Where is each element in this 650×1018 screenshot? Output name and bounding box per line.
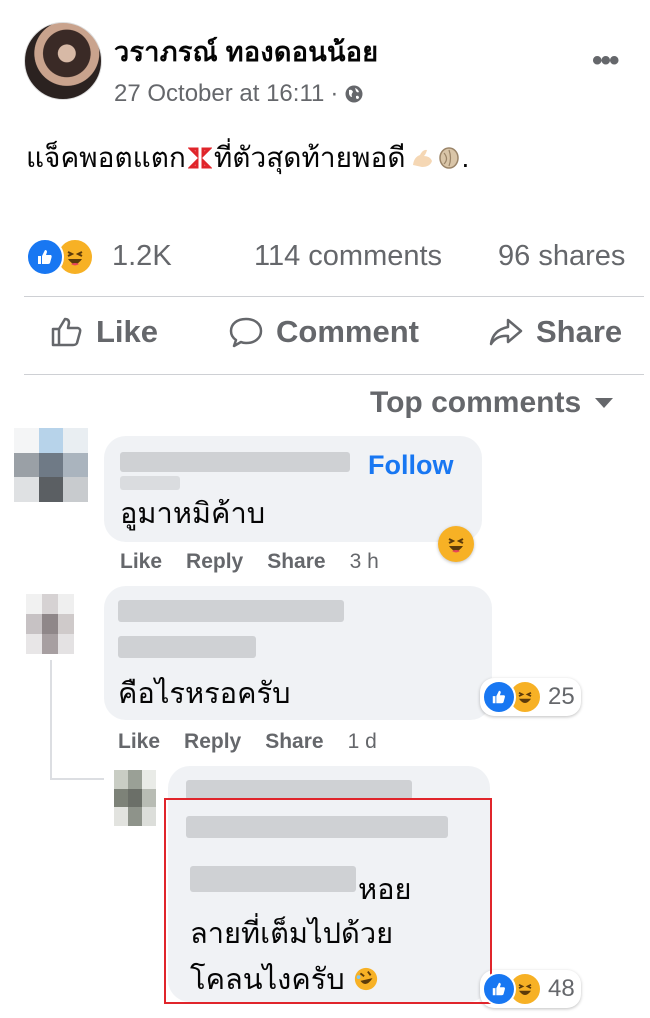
post-timestamp[interactable]: 27 October at 16:11 [114, 80, 324, 108]
comment-reactions[interactable]: 48 [480, 970, 581, 1008]
commenter-name-blurred [118, 636, 256, 658]
commenter-name-blurred [120, 476, 180, 490]
divider-top [24, 296, 644, 297]
author-name[interactable]: วราภรณ์ ทองดอนน้อย [114, 30, 378, 73]
comment-time[interactable]: 1 d [348, 730, 377, 754]
share-label: Share [536, 314, 623, 349]
thread-line [50, 660, 52, 780]
flexed-biceps-icon [412, 149, 432, 167]
comment-share-link[interactable]: Share [265, 730, 323, 754]
reaction-icons[interactable] [26, 238, 94, 276]
post-text-end: . [461, 142, 470, 173]
share-arrow-icon [489, 318, 523, 346]
share-button[interactable]: Share [488, 314, 622, 350]
comment-reactions[interactable]: 25 [480, 678, 581, 716]
thumbs-up-icon [51, 317, 82, 347]
comments-count[interactable]: 114 comments [254, 240, 442, 273]
meta-separator: · [330, 80, 339, 107]
reaction-count: 48 [548, 975, 575, 1002]
thread-connector [50, 778, 104, 780]
comment-like-link[interactable]: Like [118, 730, 160, 754]
divider-bottom [24, 374, 644, 375]
comment-actions: Like Reply Share 1 d [118, 730, 377, 754]
highlight-box [164, 798, 492, 1004]
like-button[interactable]: Like [50, 314, 158, 350]
comment-reply-link[interactable]: Reply [184, 730, 241, 754]
commenter-name-blurred[interactable] [118, 600, 344, 622]
comment-like-link[interactable]: Like [120, 550, 162, 574]
comment-bubble-icon [229, 317, 263, 348]
post-text: แจ็คพอตแตก ที่ตัวสุดท้ายพอดี . [26, 136, 469, 180]
post-text-part1: แจ็คพอตแตก [26, 142, 186, 173]
like-label: Like [96, 314, 159, 349]
commenter-avatar[interactable] [26, 594, 74, 654]
comment-label: Comment [276, 314, 419, 349]
comment-sort-dropdown[interactable]: Top comments [370, 386, 614, 420]
shares-count[interactable]: 96 shares [498, 240, 625, 273]
more-horizontal-icon[interactable]: ••• [592, 44, 619, 78]
like-reaction-icon [26, 238, 64, 276]
anger-symbol-icon [187, 147, 212, 169]
like-reaction-icon [482, 972, 516, 1006]
comment-actions: Like Reply Share 3 h [120, 550, 379, 574]
comment-share-link[interactable]: Share [267, 550, 325, 574]
reactions-count[interactable]: 1.2K [112, 240, 172, 273]
comment-button[interactable]: Comment [228, 314, 419, 350]
follow-button[interactable]: Follow [368, 450, 453, 481]
comment-time[interactable]: 3 h [350, 550, 379, 574]
globe-icon [345, 85, 363, 103]
commenter-name-blurred[interactable] [186, 780, 412, 800]
comment-text: คือไรหรอครับ [118, 678, 291, 710]
haha-reaction-icon[interactable] [438, 526, 474, 562]
oyster-icon [438, 147, 459, 169]
post-text-part2: ที่ตัวสุดท้ายพอดี [213, 142, 406, 173]
commenter-name-blurred[interactable] [120, 452, 350, 472]
comment-text: อูมาหมิค้าบ [120, 498, 266, 530]
commenter-avatar[interactable] [114, 770, 156, 826]
comment-reply-link[interactable]: Reply [186, 550, 243, 574]
sort-label: Top comments [370, 386, 582, 419]
caret-down-icon [595, 398, 614, 408]
commenter-avatar[interactable] [14, 428, 88, 502]
post-meta: 27 October at 16:11 · [114, 80, 364, 108]
reaction-count: 25 [548, 683, 575, 710]
like-reaction-icon [482, 680, 516, 714]
author-avatar[interactable] [24, 22, 102, 100]
